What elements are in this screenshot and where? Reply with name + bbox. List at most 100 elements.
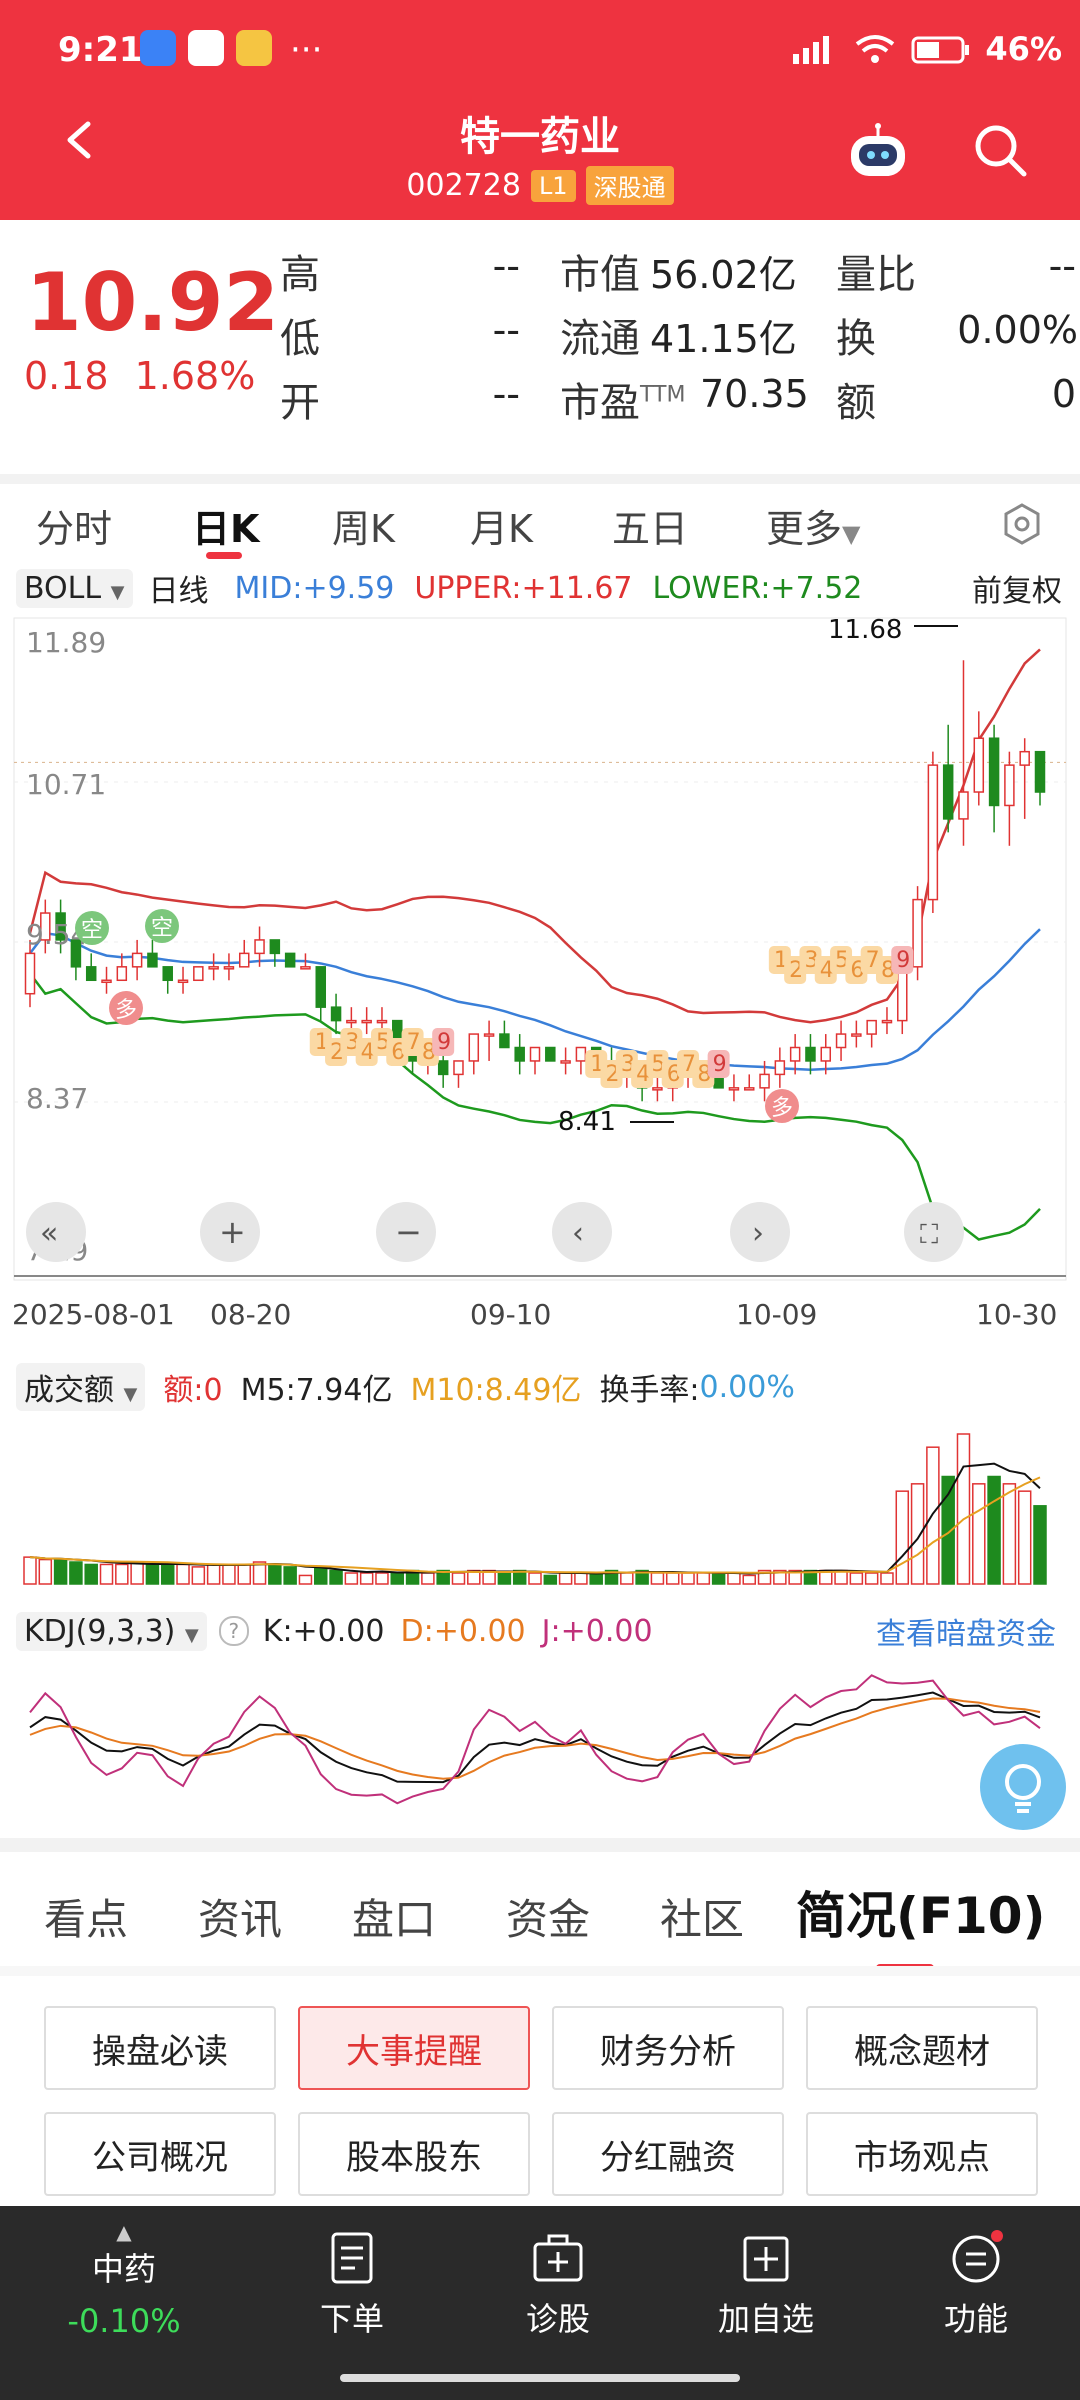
- volume-selector[interactable]: 成交额 ▼: [16, 1363, 146, 1411]
- volume-ratio-value: --: [1048, 244, 1076, 288]
- volume-bar: [620, 1572, 634, 1585]
- boll-selector[interactable]: BOLL ▼: [16, 568, 133, 608]
- tip-bulb-button[interactable]: [980, 1744, 1066, 1830]
- kdj-chart: [29, 1674, 1041, 1805]
- kdj-selector[interactable]: KDJ(9,3,3) ▼: [16, 1611, 207, 1651]
- volume-bar: [956, 1433, 971, 1585]
- signal-kong-2: 空: [145, 909, 179, 943]
- candlestick-chart[interactable]: 1 2 3 4 5 6 7 8 91 2 3 4 5 6 7 8 91 2 3 4 5 6 7 8 9 11.89 10.71 …: [0, 612, 1080, 1332]
- exchange-badge: 深股通: [585, 166, 674, 205]
- svg-text:空: 空: [81, 918, 103, 943]
- volume-selector-label: 成交额: [24, 1373, 114, 1408]
- tab-weekly-k[interactable]: 周K: [332, 498, 395, 553]
- help-icon[interactable]: ?: [218, 1616, 249, 1646]
- volume-bar: [115, 1563, 129, 1585]
- signal-duo-1: 多: [109, 991, 143, 1025]
- chevron-down-icon: ▼: [842, 520, 861, 548]
- tab-daily-k[interactable]: 日K: [192, 498, 259, 553]
- volume-bar: [972, 1483, 986, 1585]
- btn-dividends-financing[interactable]: 分红融资: [552, 2112, 784, 2196]
- svg-text:9: 9: [896, 948, 910, 973]
- tab-fund-flow[interactable]: 资金: [506, 1886, 590, 1947]
- nav-diagnose[interactable]: 诊股: [478, 2230, 638, 2340]
- btn-market-views[interactable]: 市场观点: [806, 2112, 1038, 2196]
- status-app-icons: [140, 30, 272, 66]
- high-label: 高: [280, 252, 320, 298]
- x-label-0910: 09-10: [470, 1298, 551, 1331]
- market-cap-label: 市值: [560, 252, 640, 298]
- volume-bar: [314, 1567, 328, 1585]
- volume-bar: [53, 1558, 68, 1585]
- chevron-down-icon: ▼: [110, 581, 125, 603]
- change-percent: 1.68%: [134, 354, 256, 398]
- status-time: 9:21: [58, 30, 143, 70]
- y-tick-10-71: 10.71: [26, 768, 106, 801]
- assistant-robot-icon[interactable]: [845, 122, 911, 182]
- btn-trading-must-read[interactable]: 操盘必读: [44, 2006, 276, 2090]
- candle-body: [835, 1033, 847, 1049]
- stock-code: 002728: [406, 168, 521, 203]
- volume-bar: [528, 1572, 542, 1585]
- turnover-rate-label: 换手率:: [599, 1373, 700, 1408]
- nav-functions[interactable]: 功能: [896, 2230, 1056, 2340]
- volume-bar: [145, 1563, 160, 1585]
- candle-body: [575, 1046, 587, 1062]
- y-tick-8-37: 8.37: [26, 1082, 88, 1115]
- volume-bar: [283, 1566, 297, 1585]
- volume-bar: [650, 1572, 665, 1585]
- tab-intraday[interactable]: 分时: [36, 498, 112, 553]
- tab-community[interactable]: 社区: [660, 1886, 744, 1947]
- btn-shareholders[interactable]: 股本股东: [298, 2112, 530, 2196]
- candle-body: [499, 1033, 510, 1049]
- dark-pool-link[interactable]: 查看暗盘资金: [876, 1609, 1056, 1653]
- sector-indicator[interactable]: ▲ 中药 -0.10%: [44, 2220, 204, 2340]
- chart-settings-icon[interactable]: [1000, 502, 1044, 546]
- volume-m10-line: [29, 1476, 1041, 1574]
- btn-concept-themes[interactable]: 概念题材: [806, 2006, 1038, 2090]
- adjust-mode[interactable]: 前复权: [972, 566, 1062, 610]
- volume-bar: [1033, 1505, 1047, 1585]
- tab-f10-profile[interactable]: 简况(F10): [796, 1876, 1045, 1948]
- tab-more[interactable]: 更多▼: [766, 498, 860, 553]
- nav-add-watchlist[interactable]: 加自选: [686, 2230, 846, 2340]
- svg-text:多: 多: [771, 1096, 793, 1121]
- volume-bar: [329, 1569, 343, 1585]
- x-label-start: 2025-08-01: [12, 1298, 175, 1331]
- candle-body: [942, 764, 954, 820]
- candle-body: [529, 1046, 541, 1062]
- price-change: 0.18 1.68%: [24, 354, 255, 398]
- btn-financial-analysis[interactable]: 财务分析: [552, 2006, 784, 2090]
- volume-bar: [344, 1572, 359, 1585]
- volume-bar: [926, 1446, 940, 1585]
- svg-text:9: 9: [437, 1030, 451, 1055]
- candle-body: [315, 966, 327, 1008]
- candle-body: [958, 791, 969, 820]
- volume-bar: [987, 1475, 1001, 1585]
- tab-five-day[interactable]: 五日: [612, 498, 688, 553]
- tab-orderbook[interactable]: 盘口: [352, 1886, 436, 1947]
- volume-bar: [895, 1490, 910, 1585]
- nav-place-order[interactable]: 下单: [272, 2230, 432, 2340]
- weibo-icon: [236, 30, 272, 66]
- search-icon[interactable]: [972, 122, 1028, 178]
- btn-company-overview[interactable]: 公司概况: [44, 2112, 276, 2196]
- volume-bar: [191, 1566, 206, 1585]
- candle-body: [177, 979, 189, 984]
- tab-news[interactable]: 资讯: [198, 1886, 282, 1947]
- td-sequence-badge: 9: [707, 1050, 730, 1078]
- add-box-icon: [743, 2236, 789, 2282]
- tab-highlights[interactable]: 看点: [44, 1886, 128, 1947]
- btn-major-events[interactable]: 大事提醒: [298, 2006, 530, 2090]
- high-annotation: 11.68: [828, 615, 902, 645]
- kdj-selector-label: KDJ(9,3,3): [24, 1613, 176, 1649]
- candle-body: [805, 1046, 816, 1062]
- app-notify-icon: [140, 30, 176, 66]
- volume-bar: [1017, 1490, 1032, 1585]
- candle-body: [545, 1046, 556, 1062]
- tab-monthly-k[interactable]: 月K: [470, 498, 533, 553]
- low-value: --: [492, 308, 520, 352]
- candle-body: [85, 966, 97, 982]
- float-cap-value: 41.15亿: [650, 317, 797, 361]
- candle-body: [24, 952, 36, 995]
- candle-body: [284, 952, 296, 968]
